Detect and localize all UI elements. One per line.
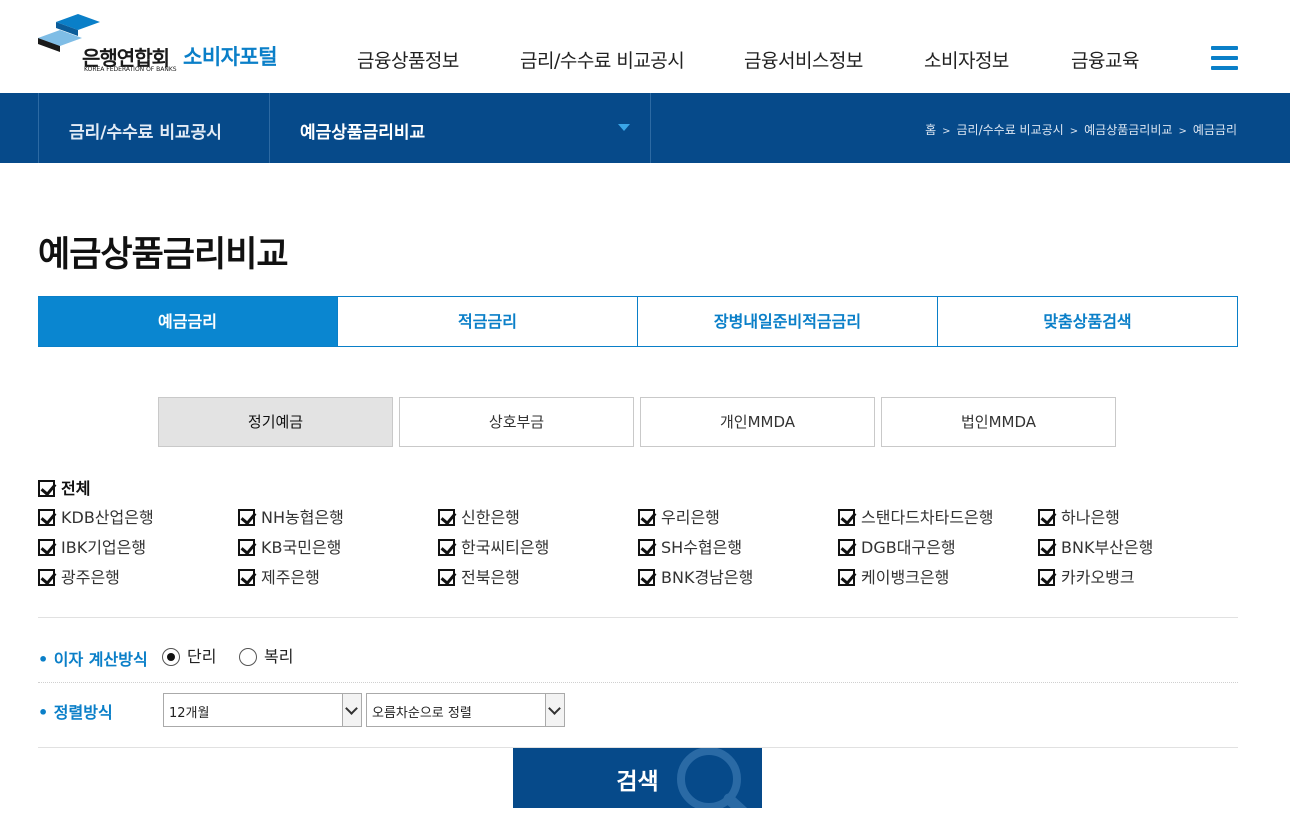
checkbox-checked-icon — [838, 569, 855, 586]
checkbox-checked-icon — [1038, 569, 1055, 586]
search-button-label: 검색 — [616, 769, 659, 795]
radio-unselected-icon — [239, 648, 257, 666]
checkbox-checked-icon — [438, 509, 455, 526]
logo-portal-name: 소비자포털 — [183, 45, 278, 69]
checkbox-label: 전체 — [61, 479, 91, 498]
subtab-personal-mmda[interactable]: 개인MMDA — [640, 397, 875, 447]
checkbox-checked-icon — [638, 509, 655, 526]
main-tabs: 예금금리 적금금리 장병내일준비적금금리 맞춤상품검색 — [38, 296, 1238, 347]
tab-savings-rate[interactable]: 적금금리 — [338, 297, 638, 346]
checkbox-checked-icon — [1038, 509, 1055, 526]
checkbox-checked-icon — [838, 509, 855, 526]
checkbox-checked-icon — [838, 539, 855, 556]
page-title: 예금상품금리비교 — [38, 235, 289, 275]
subnav-level1[interactable]: 금리/수수료 비교공시 — [69, 118, 222, 143]
tab-custom-search[interactable]: 맞춤상품검색 — [938, 297, 1238, 346]
period-select[interactable]: 12개월 — [163, 693, 362, 727]
logo-name-en: KOREA FEDERATION OF BANKS — [84, 66, 177, 73]
chevron-down-icon — [342, 694, 361, 726]
checkbox-checked-icon — [38, 539, 55, 556]
breadcrumb-item[interactable]: 예금상품금리비교 — [1084, 123, 1172, 137]
checkbox-checked-icon — [38, 569, 55, 586]
sub-navigation-bar: 금리/수수료 비교공시 예금상품금리비교 홈 > 금리/수수료 비교공시 > 예금상품금… — [0, 93, 1290, 163]
checkbox-label: NH농협은행 — [261, 508, 344, 527]
checkbox-checked-icon — [438, 539, 455, 556]
subtab-corporate-mmda[interactable]: 법인MMDA — [881, 397, 1116, 447]
checkbox-checked-icon — [238, 539, 255, 556]
checkbox-label: DGB대구은행 — [861, 538, 956, 557]
radio-selected-icon — [162, 648, 180, 666]
subtab-installment[interactable]: 상호부금 — [399, 397, 634, 447]
interest-method-label: • 이자 계산방식 — [38, 650, 148, 669]
checkbox-label: IBK기업은행 — [61, 538, 147, 557]
sort-method-label: • 정렬방식 — [38, 703, 113, 722]
dropdown-arrow-icon[interactable] — [618, 124, 630, 131]
checkbox-label: 하나은행 — [1061, 508, 1120, 527]
gnb-item-rate-disclosure[interactable]: 금리/수수료 비교공시 — [520, 46, 685, 73]
checkbox-label: 전북은행 — [461, 568, 520, 587]
chevron-right-icon: > — [1178, 126, 1187, 137]
gnb-item-services[interactable]: 금융서비스정보 — [744, 46, 863, 73]
checkbox-label: SH수협은행 — [661, 538, 743, 557]
order-select-value: 오름차순으로 정렬 — [372, 706, 472, 721]
checkbox-label: KDB산업은행 — [61, 508, 154, 527]
checkbox-checked-icon — [238, 569, 255, 586]
checkbox-label: 카카오뱅크 — [1061, 568, 1135, 587]
checkbox-label: BNK경남은행 — [661, 568, 754, 587]
gnb-item-products[interactable]: 금융상품정보 — [357, 46, 459, 73]
checkbox-checked-icon — [38, 480, 55, 497]
tab-deposit-rate[interactable]: 예금금리 — [38, 297, 338, 346]
checkbox-label: 신한은행 — [461, 508, 520, 527]
chevron-down-icon — [545, 694, 564, 726]
checkbox-label: KB국민은행 — [261, 538, 342, 557]
checkbox-checked-icon — [238, 509, 255, 526]
site-logo[interactable]: 은행연합회 KOREA FEDERATION OF BANKS 소비자포털 — [38, 14, 288, 76]
breadcrumb-home[interactable]: 홈 — [925, 123, 936, 137]
checkbox-checked-icon — [1038, 539, 1055, 556]
checkbox-label: BNK부산은행 — [1061, 538, 1154, 557]
breadcrumb-current: 예금금리 — [1192, 123, 1237, 137]
period-select-value: 12개월 — [169, 706, 210, 721]
breadcrumb: 홈 > 금리/수수료 비교공시 > 예금상품금리비교 > 예금금리 — [925, 121, 1237, 138]
checkbox-label: 제주은행 — [261, 568, 320, 587]
divider — [38, 617, 1238, 618]
gnb-item-consumer-info[interactable]: 소비자정보 — [924, 46, 1009, 73]
search-button[interactable]: 검색 — [513, 748, 762, 808]
checkbox-label: 케이뱅크은행 — [861, 568, 950, 587]
radio-label: 단리 — [187, 647, 217, 666]
checkbox-label: 광주은행 — [61, 568, 120, 587]
checkbox-label: 우리은행 — [661, 508, 720, 527]
breadcrumb-item[interactable]: 금리/수수료 비교공시 — [957, 123, 1064, 137]
checkbox-checked-icon — [438, 569, 455, 586]
chevron-right-icon: > — [1069, 126, 1079, 137]
site-header: 은행연합회 KOREA FEDERATION OF BANKS 소비자포털 금융… — [0, 0, 1290, 93]
subtab-time-deposit[interactable]: 정기예금 — [158, 397, 393, 447]
subnav-level2[interactable]: 예금상품금리비교 — [300, 118, 425, 143]
gnb-item-education[interactable]: 금융교육 — [1071, 46, 1139, 73]
tab-soldier-savings-rate[interactable]: 장병내일준비적금금리 — [638, 297, 938, 346]
checkbox-label: 스탠다드차타드은행 — [861, 508, 994, 527]
checkbox-checked-icon — [38, 509, 55, 526]
radio-label: 복리 — [264, 647, 294, 666]
order-select[interactable]: 오름차순으로 정렬 — [366, 693, 565, 727]
checkbox-checked-icon — [638, 539, 655, 556]
checkbox-label: 한국씨티은행 — [461, 538, 550, 557]
checkbox-checked-icon — [638, 569, 655, 586]
chevron-right-icon: > — [942, 126, 951, 137]
divider — [38, 682, 1238, 683]
menu-icon[interactable] — [1211, 46, 1239, 72]
